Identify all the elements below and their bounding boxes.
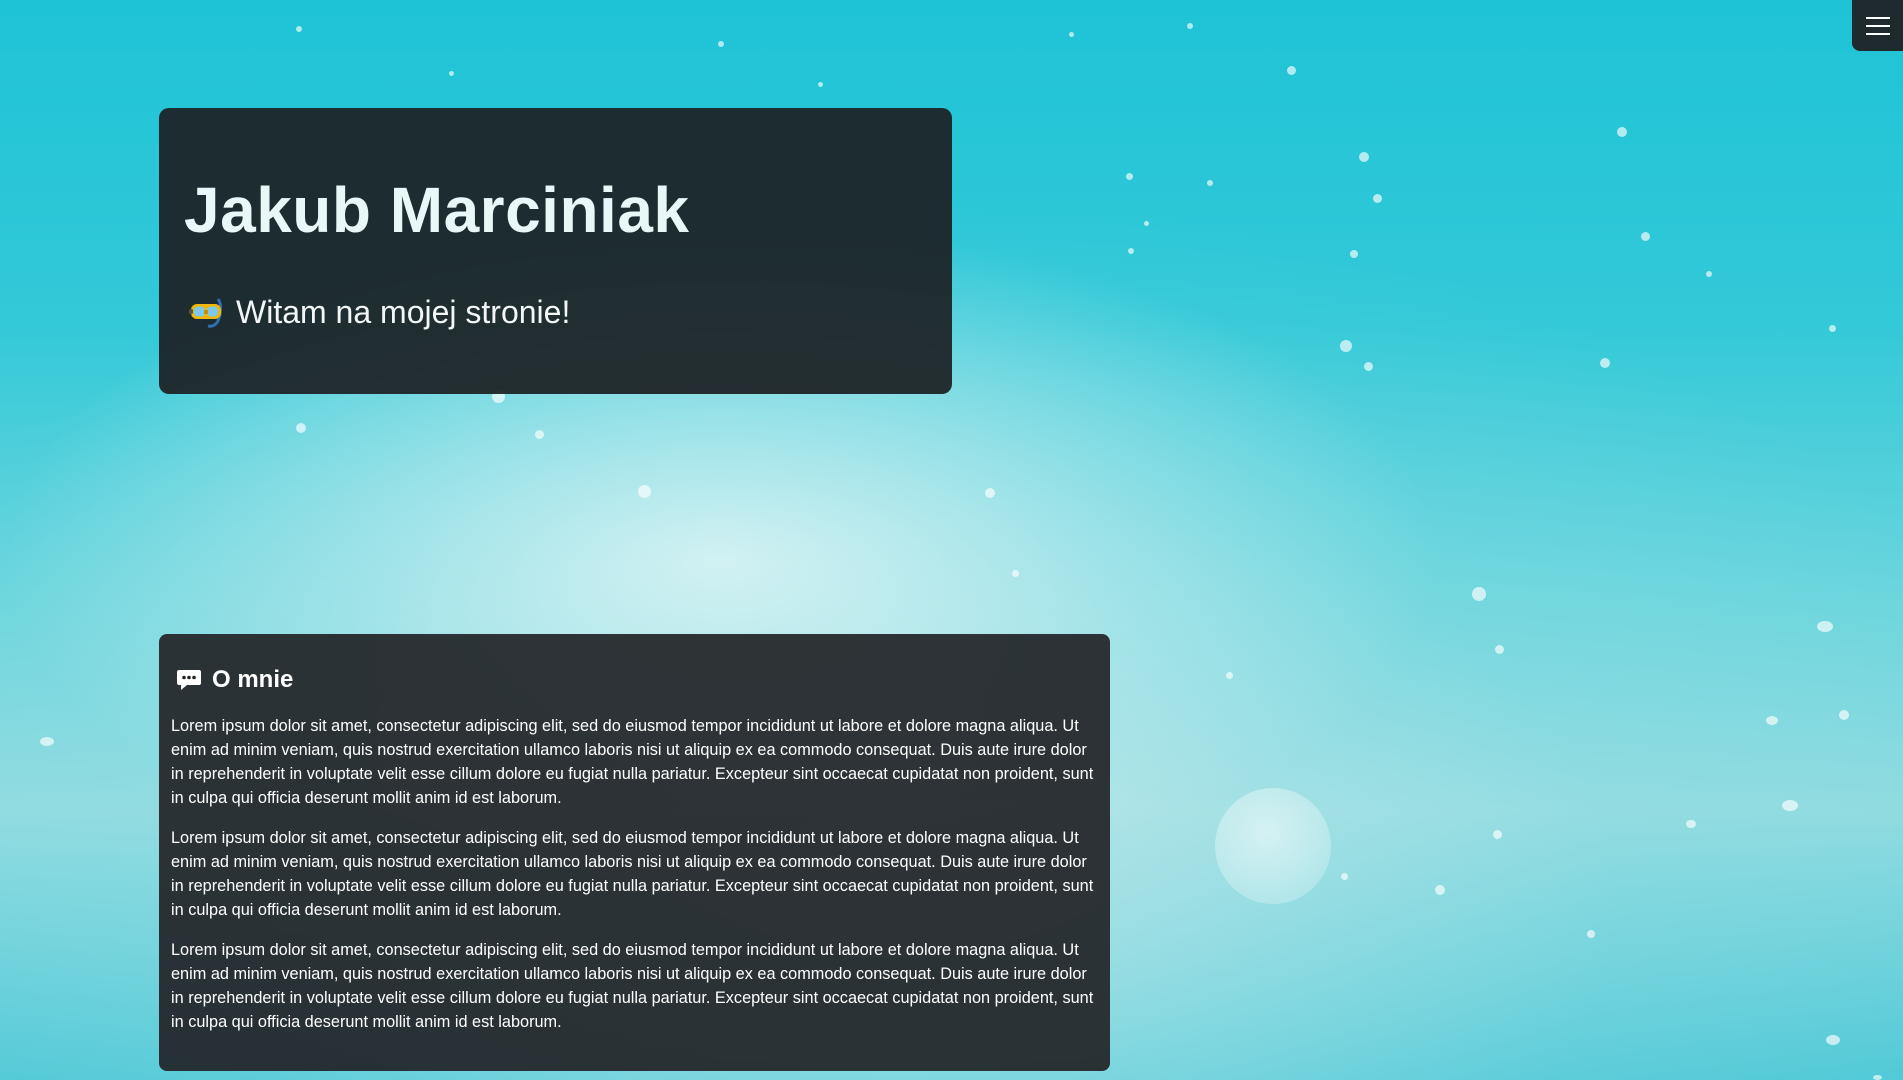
menu-button[interactable] bbox=[1852, 0, 1903, 51]
about-paragraph: Lorem ipsum dolor sit amet, consectetur … bbox=[171, 717, 1094, 807]
large-bubble bbox=[1215, 788, 1331, 904]
about-section: O mnie Lorem ipsum dolor sit amet, conse… bbox=[159, 634, 1110, 1071]
section-heading-text: O mnie bbox=[212, 666, 294, 693]
welcome-message: Witam na mojej stronie! bbox=[188, 295, 570, 329]
diving-mask-icon bbox=[188, 295, 226, 329]
hamburger-menu-icon bbox=[1865, 15, 1890, 37]
speech-bubble-icon bbox=[176, 668, 202, 692]
welcome-text: Witam na mojej stronie! bbox=[236, 294, 571, 330]
section-heading: O mnie bbox=[176, 668, 1098, 692]
hero-card: Jakub Marciniak Witam na mojej stronie! bbox=[159, 108, 952, 394]
page-title: Jakub Marciniak bbox=[184, 174, 690, 246]
about-paragraph: Lorem ipsum dolor sit amet, consectetur … bbox=[171, 829, 1094, 919]
about-paragraph: Lorem ipsum dolor sit amet, consectetur … bbox=[171, 941, 1094, 1031]
page: Jakub Marciniak Witam na mojej stronie! bbox=[0, 0, 1903, 1080]
